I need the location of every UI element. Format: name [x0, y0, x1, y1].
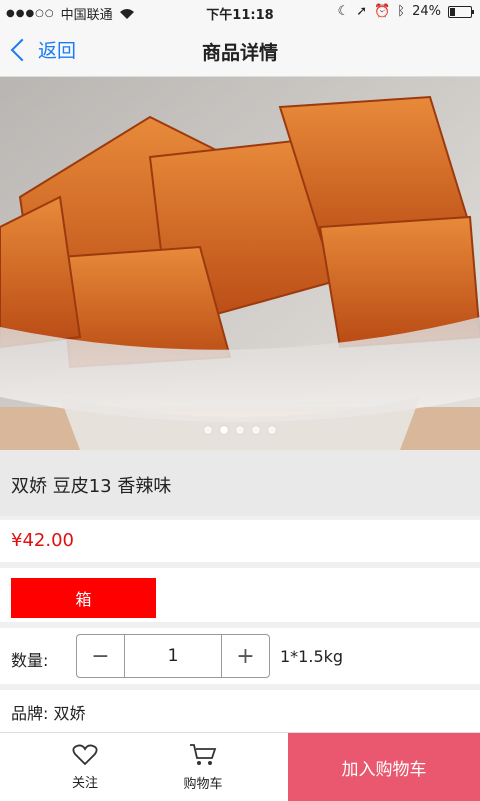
follow-button[interactable]: 关注: [30, 733, 140, 801]
bluetooth-icon: ᛒ: [397, 4, 406, 19]
quantity-label: 数量:: [11, 651, 49, 670]
battery-percent: 24%: [412, 4, 441, 19]
nav-bar: 返回 商品详情: [0, 24, 480, 77]
brand-label: 品牌: 双娇: [11, 704, 86, 723]
pager-dot[interactable]: [268, 426, 276, 434]
status-bar: ●●●○○ 中国联通 下午11:18 ☾ ➚ ⏰ ᛒ 24%: [0, 0, 480, 24]
price-section: ¥42.00: [0, 520, 480, 562]
brand-section: 品牌: 双娇: [0, 690, 480, 732]
follow-label: 关注: [71, 775, 98, 791]
pager-dot[interactable]: [220, 426, 228, 434]
page-title: 商品详情: [201, 42, 278, 64]
increment-button[interactable]: +: [222, 635, 269, 677]
status-right: ☾ ➚ ⏰ ᛒ 24%: [337, 4, 474, 19]
spec-option-button[interactable]: 箱: [11, 578, 156, 618]
decrement-button[interactable]: −: [77, 635, 124, 677]
cart-tab-button[interactable]: 购物车: [148, 733, 258, 801]
quantity-value[interactable]: 1: [124, 635, 222, 677]
quantity-section: 数量: − 1 + 1*1.5kg: [0, 628, 480, 684]
add-to-cart-button[interactable]: 加入购物车: [288, 733, 480, 801]
image-pager: [0, 426, 480, 434]
battery-icon: [448, 5, 474, 18]
product-photo: [0, 77, 480, 450]
product-name: 双娇 豆皮13 香辣味: [11, 476, 172, 497]
pager-dot[interactable]: [236, 426, 244, 434]
quantity-stepper: − 1 +: [76, 634, 270, 678]
spec-section: 箱: [0, 568, 480, 622]
moon-icon: ☾: [337, 4, 350, 19]
heart-icon: [72, 744, 98, 765]
product-price: ¥42.00: [11, 530, 74, 551]
package-size: 1*1.5kg: [280, 647, 344, 666]
shopping-cart-icon: [190, 743, 217, 765]
alarm-icon: ⏰: [374, 4, 391, 19]
pager-dot[interactable]: [204, 426, 212, 434]
location-icon: ➚: [356, 4, 368, 19]
product-title-section: 双娇 豆皮13 香辣味: [0, 450, 480, 516]
bottom-bar: 关注 购物车 加入购物车: [0, 732, 480, 801]
pager-dot[interactable]: [252, 426, 260, 434]
product-image[interactable]: [0, 77, 480, 450]
cart-label: 购物车: [183, 776, 223, 792]
